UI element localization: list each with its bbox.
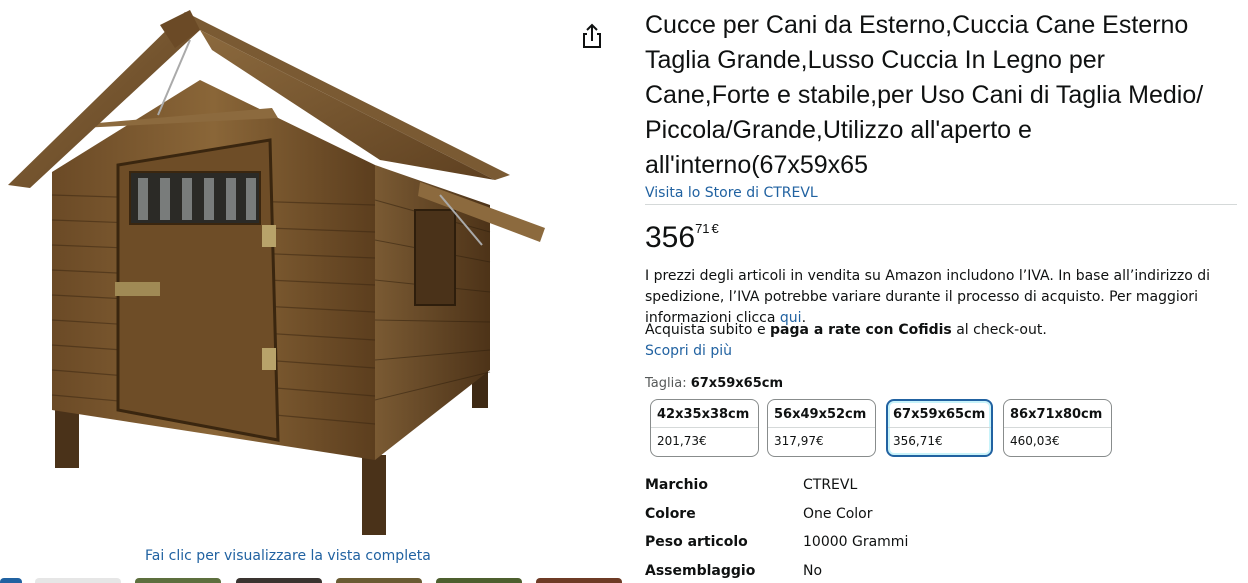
price: 35671 € bbox=[645, 220, 719, 256]
size-option-selected[interactable]: 67x59x65cm 356,71€ bbox=[886, 399, 993, 457]
share-button[interactable] bbox=[578, 22, 606, 52]
financing-suffix: al check-out. bbox=[951, 322, 1047, 338]
share-icon bbox=[583, 23, 601, 48]
spec-key: Marchio bbox=[645, 477, 708, 493]
spec-table: Marchio CTREVL Colore One Color Peso art… bbox=[645, 474, 1205, 583]
spec-key: Assemblaggio bbox=[645, 562, 756, 579]
size-label-text: Taglia: bbox=[645, 376, 691, 391]
size-option[interactable]: 56x49x52cm 317,97€ bbox=[767, 399, 876, 457]
full-view-link[interactable]: Fai clic per visualizzare la vista compl… bbox=[145, 548, 431, 564]
size-option-dimension: 67x59x65cm bbox=[893, 407, 986, 422]
price-whole: 356 bbox=[645, 221, 696, 254]
size-option-divider bbox=[651, 427, 758, 428]
price-fraction: 71 bbox=[695, 221, 710, 236]
thumbnail[interactable] bbox=[536, 578, 622, 583]
divider bbox=[645, 204, 1237, 205]
financing-prefix: Acquista subito e bbox=[645, 322, 771, 338]
product-image[interactable] bbox=[0, 0, 560, 545]
financing-bold: paga a rate con Cofidis bbox=[770, 322, 952, 338]
price-currency: € bbox=[711, 221, 719, 236]
size-selected-value: 67x59x65cm bbox=[690, 376, 784, 391]
spec-row: Peso articolo 10000 Grammi bbox=[645, 531, 1205, 560]
size-option[interactable]: 42x35x38cm 201,73€ bbox=[650, 399, 759, 457]
financing-notice: Acquista subito e paga a rate con Cofidi… bbox=[645, 320, 1047, 340]
learn-more-link[interactable]: Scopri di più bbox=[645, 343, 732, 359]
spec-row: Marchio CTREVL bbox=[645, 474, 1205, 503]
store-link[interactable]: Visita lo Store di CTREVL bbox=[645, 185, 818, 201]
size-option-dimension: 56x49x52cm bbox=[774, 407, 867, 422]
size-option-divider bbox=[1004, 427, 1111, 428]
size-option-divider bbox=[888, 427, 991, 428]
product-title: Cucce per Cani da Esterno,Cuccia Cane Es… bbox=[645, 11, 1204, 179]
size-option-price: 356,71€ bbox=[893, 434, 943, 448]
vat-text: I prezzi degli articoli in vendita su Am… bbox=[645, 268, 1211, 326]
size-option-dimension: 86x71x80cm bbox=[1010, 407, 1103, 422]
thumbnail-strip bbox=[0, 578, 625, 583]
thumbnail[interactable] bbox=[236, 578, 322, 583]
size-option-price: 317,97€ bbox=[774, 434, 824, 448]
spec-key: Colore bbox=[645, 505, 696, 522]
size-option[interactable]: 86x71x80cm 460,03€ bbox=[1003, 399, 1112, 457]
spec-row: Assemblaggio No bbox=[645, 560, 1205, 583]
size-label: Taglia: 67x59x65cm bbox=[645, 376, 783, 391]
thumbnail[interactable] bbox=[0, 578, 22, 583]
thumbnail[interactable] bbox=[436, 578, 522, 583]
size-option-divider bbox=[768, 427, 875, 428]
thumbnail[interactable] bbox=[336, 578, 422, 583]
spec-value: No bbox=[803, 562, 823, 579]
image-gallery: Fai clic per visualizzare la vista compl… bbox=[0, 0, 625, 583]
spec-value: CTREVL bbox=[803, 477, 858, 493]
spec-key: Peso articolo bbox=[645, 534, 748, 550]
spec-value: 10000 Grammi bbox=[803, 534, 909, 550]
spec-value: One Color bbox=[803, 505, 873, 522]
size-option-price: 460,03€ bbox=[1010, 434, 1060, 448]
size-option-dimension: 42x35x38cm bbox=[657, 407, 750, 422]
spec-row: Colore One Color bbox=[645, 503, 1205, 532]
thumbnail[interactable] bbox=[35, 578, 121, 583]
thumbnail[interactable] bbox=[135, 578, 221, 583]
size-option-price: 201,73€ bbox=[657, 434, 707, 448]
